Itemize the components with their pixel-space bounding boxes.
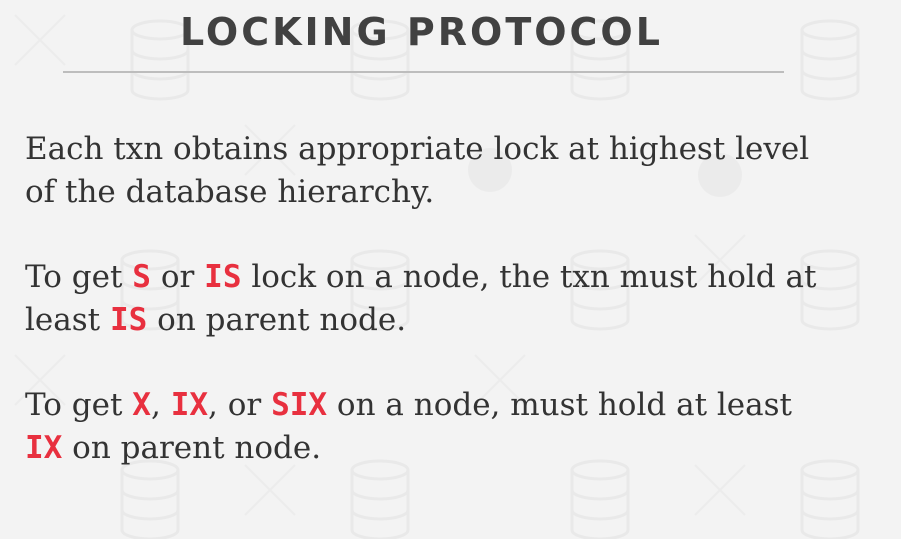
slide-title: LOCKING PROTOCOL	[180, 10, 663, 54]
lock-mode-keyword: S	[132, 259, 151, 295]
lock-mode-keyword: IX	[25, 430, 63, 466]
text-fragment: To get	[25, 387, 133, 423]
text-fragment: on a node, must hold at least	[327, 387, 792, 423]
lock-mode-keyword: X	[132, 387, 151, 423]
slide: LOCKING PROTOCOL Each txn obtains approp…	[0, 0, 901, 539]
text-fragment: least	[25, 302, 110, 338]
text-fragment: on parent node.	[147, 302, 407, 338]
title-divider	[63, 71, 784, 73]
text-fragment: on parent node.	[62, 430, 322, 466]
lock-mode-keyword: IS	[109, 302, 148, 338]
text-line: of the database hierarchy.	[25, 174, 435, 210]
text-fragment: lock on a node, the txn must hold at	[241, 259, 817, 295]
text-fragment: or	[150, 259, 205, 295]
text-fragment: , or	[208, 387, 272, 423]
paragraph-exclusive-lock-rule: To get X, IX, or SIX on a node, must hol…	[25, 384, 885, 470]
lock-mode-keyword: IS	[204, 259, 242, 295]
lock-mode-keyword: IX	[170, 387, 209, 423]
paragraph-shared-lock-rule: To get S or IS lock on a node, the txn m…	[25, 256, 885, 342]
text-fragment: To get	[25, 259, 133, 295]
text-fragment: ,	[150, 387, 171, 423]
paragraph-hierarchy-rule: Each txn obtains appropriate lock at hig…	[25, 128, 885, 214]
lock-mode-keyword: SIX	[271, 387, 328, 423]
text-line: Each txn obtains appropriate lock at hig…	[25, 131, 810, 167]
